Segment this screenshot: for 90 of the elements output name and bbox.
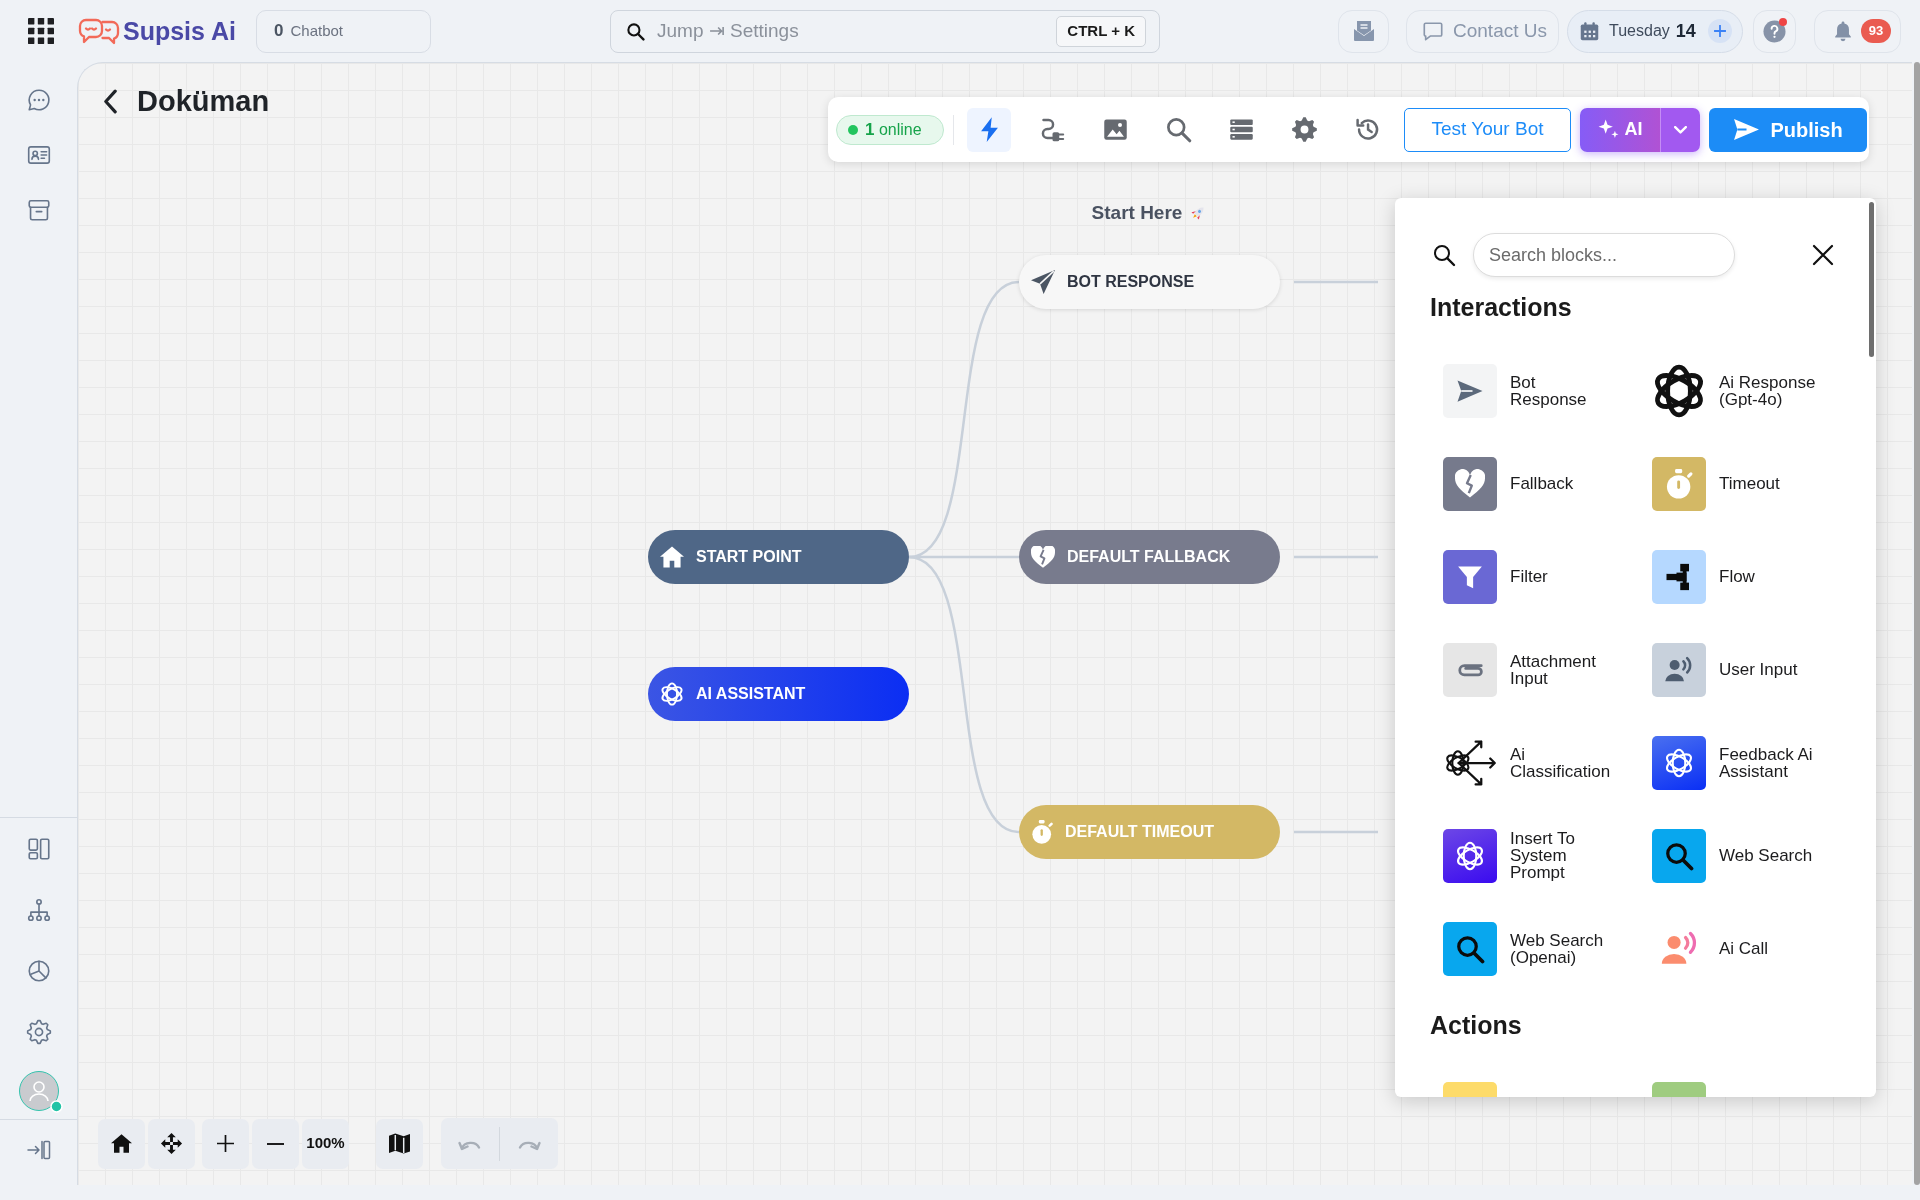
stopwatch-icon <box>1031 820 1053 844</box>
search-icon <box>1164 116 1192 143</box>
online-count: 1 online <box>865 118 922 141</box>
person-speaking-icon <box>1661 930 1697 967</box>
page-title: Doküman <box>137 84 270 119</box>
scrollbar-thumb[interactable] <box>1914 62 1920 1185</box>
search-field[interactable]: Search blocks... <box>1473 233 1735 277</box>
history-icon <box>1353 116 1381 143</box>
image-icon <box>1101 116 1129 143</box>
node-label: DEFAULT TIMEOUT <box>1065 822 1215 842</box>
interlaced-loops-icon <box>1443 828 1497 883</box>
node-label: BOT RESPONSE <box>1067 272 1195 292</box>
search-input[interactable]: Jump ⇥ Settings <box>657 16 1047 46</box>
map-icon <box>389 1133 410 1154</box>
collapse-arrow-icon <box>25 1138 52 1162</box>
day-number: 14 <box>1675 19 1696 43</box>
house-icon <box>660 546 684 568</box>
caret-down-icon <box>1674 125 1687 134</box>
plus-icon <box>1714 25 1726 37</box>
chat-bubble-icon <box>25 86 52 113</box>
block-item[interactable]: Feedback Ai Assistant <box>1652 735 1813 790</box>
section-heading: Actions <box>1430 1010 1523 1041</box>
block-item[interactable]: Web Search <box>1652 828 1813 883</box>
close-button[interactable] <box>1810 242 1836 268</box>
minus-icon <box>267 1142 284 1145</box>
close-icon <box>1812 244 1834 266</box>
block-item[interactable]: Ai Response (Gpt-4o) <box>1652 363 1816 418</box>
block-item[interactable]: Attachment Input <box>1443 642 1596 697</box>
scrollbar-thumb[interactable] <box>1869 202 1874 357</box>
node-label: DEFAULT FALLBACK <box>1067 547 1231 567</box>
home-button[interactable] <box>98 1118 145 1169</box>
paper-plane-icon <box>1031 270 1055 294</box>
settings-icon <box>1290 116 1318 143</box>
keyboard-shortcut: CTRL + K <box>1056 15 1146 47</box>
chatbot-selector[interactable]: 0 Chatbot <box>256 9 431 53</box>
move-button[interactable] <box>148 1118 195 1169</box>
block-item[interactable]: Fallback <box>1443 456 1574 511</box>
block-item[interactable]: User Input <box>1652 642 1798 697</box>
block-item[interactable]: Insert To System Prompt <box>1443 828 1575 883</box>
paper-plane-icon <box>1733 118 1761 141</box>
minimap-button[interactable] <box>376 1118 423 1169</box>
section-heading: Interactions <box>1430 292 1573 323</box>
envelope-icon <box>1351 19 1376 43</box>
calendar-icon <box>1579 20 1600 42</box>
weekday-text: Tuesday <box>1609 21 1670 41</box>
mail-button[interactable] <box>1338 9 1389 53</box>
hierarchy-icon <box>25 896 52 923</box>
loops-arrows-icon <box>1443 737 1497 788</box>
ai-menu-button[interactable] <box>1660 107 1700 152</box>
node-label: AI ASSISTANT <box>696 684 806 704</box>
list-rows-icon <box>1227 116 1255 143</box>
help-button[interactable] <box>1753 9 1796 53</box>
layout-panels-icon <box>25 835 52 862</box>
status-dot-icon <box>848 124 858 135</box>
ai-button[interactable]: AI <box>1580 107 1660 152</box>
move-arrows-icon <box>160 1132 183 1155</box>
settings-icon <box>25 1018 52 1045</box>
pie-chart-icon <box>25 957 52 984</box>
add-date-button[interactable] <box>1708 19 1732 43</box>
chat-bubble-icon <box>1422 20 1444 42</box>
node-label: START POINT <box>696 547 802 567</box>
block-item[interactable]: Timeout <box>1652 456 1780 511</box>
zoom-in-button[interactable] <box>202 1118 249 1169</box>
toolbar-button[interactable] <box>967 107 1011 152</box>
broken-heart-icon <box>1031 546 1055 568</box>
search-icon <box>1432 243 1456 267</box>
plus-icon <box>217 1135 234 1152</box>
avatar-icon <box>18 1070 59 1111</box>
block-item[interactable]: Filter <box>1443 549 1548 604</box>
interlaced-loops-icon <box>660 682 684 706</box>
block-item[interactable]: Bot Response <box>1443 363 1587 418</box>
bell-icon <box>1832 20 1854 42</box>
block-item[interactable]: Web Search (Openai) <box>1443 921 1604 976</box>
logo-text: Supsis Ai <box>123 16 236 46</box>
help-icon <box>1763 19 1786 43</box>
interlaced-loops-icon <box>1652 363 1706 418</box>
search-icon <box>626 21 645 41</box>
speech-bubbles-logo-icon <box>78 17 120 45</box>
block-item[interactable]: Ai Call <box>1652 930 1769 967</box>
start-label: Start Here <box>1091 200 1183 225</box>
block-item[interactable]: Flow <box>1652 549 1755 604</box>
block-item[interactable]: Ai Classification <box>1443 737 1611 788</box>
apps-menu-icon[interactable] <box>28 18 54 44</box>
zoom-level-button[interactable]: 100% <box>302 1118 349 1169</box>
sparkles-icon <box>1597 119 1619 140</box>
home-icon <box>111 1134 132 1153</box>
search-field[interactable]: Jump ⇥ Settings CTRL + K <box>610 9 1160 53</box>
interlaced-loops-icon <box>1652 735 1706 790</box>
back-chevron-icon <box>102 88 118 114</box>
notification-count-badge: 93 <box>1861 19 1891 43</box>
